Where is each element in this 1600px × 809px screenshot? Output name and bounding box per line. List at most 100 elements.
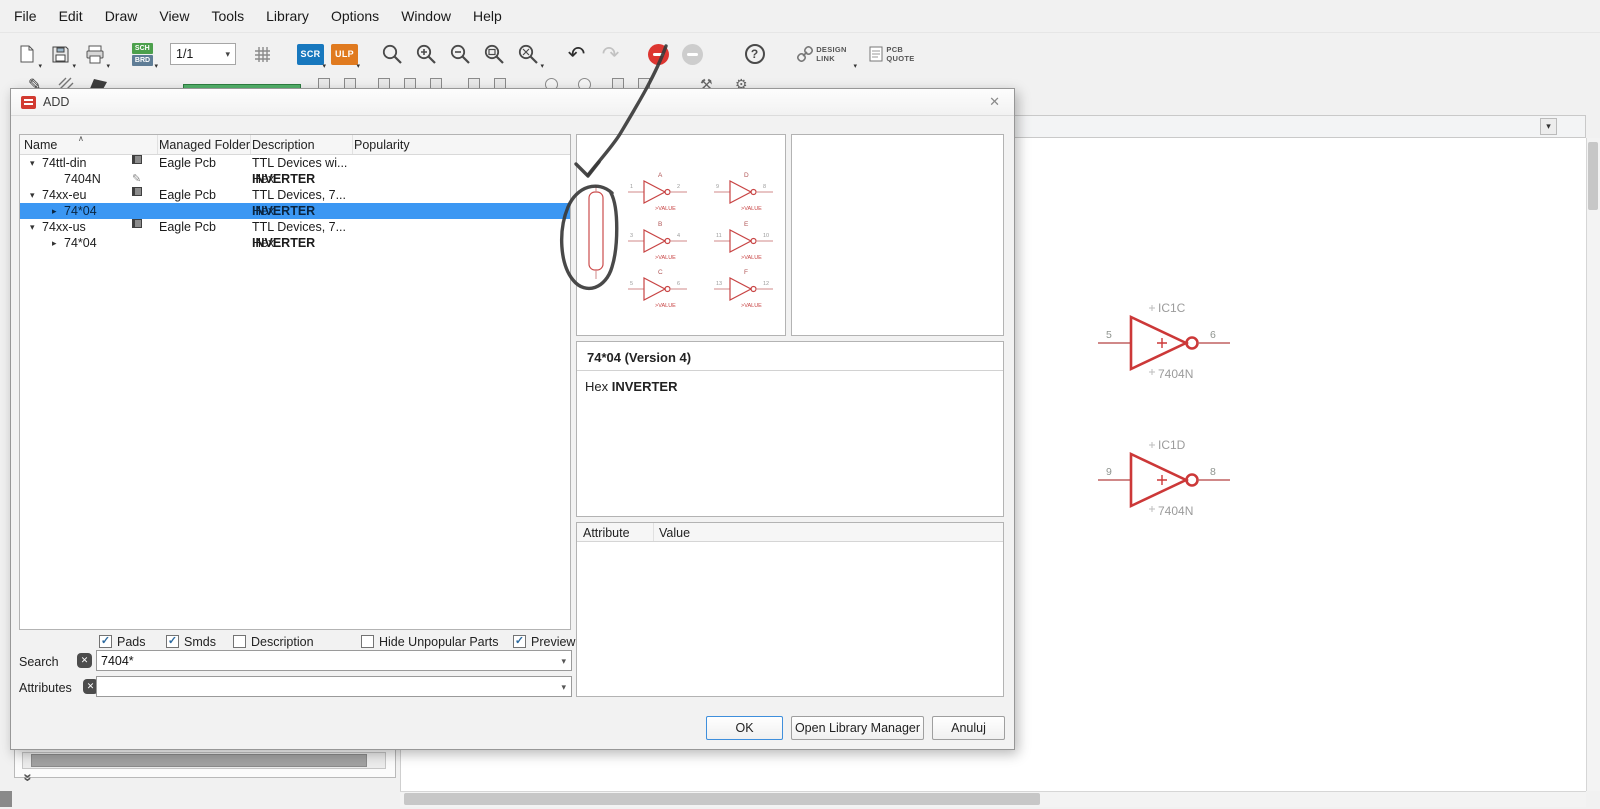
list-header: ∧ Name Managed Folder Description Popula… xyxy=(20,134,570,155)
help-button[interactable]: ? xyxy=(738,39,771,69)
table-row[interactable]: ▾ 74xx-us Eagle Pcb TTL Devices, 7... xyxy=(20,219,570,235)
attributes-input[interactable] xyxy=(101,678,553,695)
preview-gate-a: A 1 2 >VALUE xyxy=(628,172,687,212)
checkbox-label: Pads xyxy=(117,634,146,649)
zoom-select-button[interactable]: ▾ xyxy=(512,39,545,70)
column-header-popularity[interactable]: Popularity xyxy=(354,138,410,152)
sch-brd-switch-button[interactable]: SCH BRD ▾ xyxy=(126,39,159,70)
checkbox-description[interactable]: Description xyxy=(233,634,314,649)
clear-search-icon[interactable]: ✕ xyxy=(77,653,92,668)
chevron-down-icon: ▾ xyxy=(72,63,76,70)
add-dialog: ADD ✕ ∧ Name Managed Folder Description … xyxy=(10,88,1015,750)
left-panel-hscrollbar[interactable] xyxy=(22,752,386,769)
design-link-button[interactable]: DESIGN LINK ▾ xyxy=(786,39,858,70)
chevron-down-icon: ▾ xyxy=(38,63,42,70)
cancel-button[interactable]: Anuluj xyxy=(932,716,1005,740)
redo-icon: ↷ xyxy=(601,42,620,66)
table-row-selected[interactable]: ▸ 74*04 Hex INVERTER xyxy=(20,203,570,219)
menu-draw[interactable]: Draw xyxy=(94,0,149,32)
menu-library[interactable]: Library xyxy=(255,0,320,32)
expander-open-icon[interactable]: ▾ xyxy=(30,219,35,235)
svg-text:A: A xyxy=(658,172,663,179)
sch-brd-icon: SCH BRD xyxy=(131,42,154,66)
save-icon xyxy=(52,46,69,62)
search-input[interactable] xyxy=(101,652,553,669)
menu-tools[interactable]: Tools xyxy=(200,0,255,32)
search-combo[interactable]: ▾ xyxy=(96,650,572,671)
menu-help[interactable]: Help xyxy=(462,0,513,32)
schematic-gate-ic1d[interactable]: IC1D 9 8 7404N xyxy=(1098,437,1233,521)
checkbox-box[interactable]: ✓ xyxy=(99,635,112,648)
zoom-fit-button[interactable] xyxy=(376,39,409,69)
checkbox-label: Smds xyxy=(184,634,216,649)
checkbox-smds[interactable]: ✓ Smds xyxy=(166,634,216,649)
checkbox-box[interactable]: ✓ xyxy=(166,635,179,648)
grid-button[interactable] xyxy=(246,39,279,69)
column-header-name[interactable]: Name xyxy=(24,138,57,152)
chevron-down-icon[interactable]: ▾ xyxy=(561,656,566,667)
menu-window[interactable]: Window xyxy=(390,0,462,32)
run-script-button[interactable]: SCR ▾ xyxy=(294,39,327,70)
search-label: Search xyxy=(19,655,59,669)
chevron-down-icon[interactable]: ▾ xyxy=(561,682,566,693)
divider xyxy=(577,370,1003,371)
canvas-top-bar-dropdown[interactable]: ▾ xyxy=(1540,118,1557,135)
save-button[interactable]: ▾ xyxy=(44,39,77,70)
table-row[interactable]: ▾ 74xx-eu Eagle Pcb TTL Devices, 7... xyxy=(20,187,570,203)
canvas-vscrollbar[interactable] xyxy=(1586,138,1600,791)
svg-text:7404N: 7404N xyxy=(1158,367,1193,381)
zoom-fit-icon xyxy=(382,44,402,64)
table-row[interactable]: ▸ 74*04 Hex INVERTER xyxy=(20,235,570,251)
table-row[interactable]: 7404N ✎ Hex INVERTER xyxy=(20,171,570,187)
column-header-description[interactable]: Description xyxy=(252,138,315,152)
attributes-combo[interactable]: ▾ xyxy=(96,676,572,697)
attributes-label: Attributes xyxy=(19,681,72,695)
menu-file[interactable]: File xyxy=(3,0,48,32)
checkbox-box[interactable]: ✓ xyxy=(513,635,526,648)
menu-view[interactable]: View xyxy=(148,0,200,32)
device-pen-icon: ✎ xyxy=(132,173,142,185)
zoom-out-button[interactable] xyxy=(444,39,477,69)
print-button[interactable]: ▾ xyxy=(78,39,111,70)
checkbox-box[interactable] xyxy=(233,635,246,648)
part-info-panel: 74*04 (Version 4) Hex INVERTER xyxy=(576,341,1004,517)
part-title: 74*04 (Version 4) xyxy=(587,350,692,365)
collapse-chevron-icon[interactable]: » xyxy=(20,773,37,781)
new-document-button[interactable]: ▾ xyxy=(10,39,43,70)
expander-closed-icon[interactable]: ▸ xyxy=(52,203,57,219)
expander-open-icon[interactable]: ▾ xyxy=(30,187,35,203)
add-dialog-titlebar[interactable]: ADD ✕ xyxy=(11,89,1014,116)
run-ulp-button[interactable]: ULP ▾ xyxy=(328,39,361,70)
go-button-disabled xyxy=(676,39,709,69)
canvas-hscrollbar-thumb[interactable] xyxy=(404,793,1040,805)
expander-open-icon[interactable]: ▾ xyxy=(30,155,35,171)
pcb-quote-button[interactable]: PCB QUOTE xyxy=(859,39,925,69)
svg-text:>VALUE: >VALUE xyxy=(741,206,762,212)
sheet-selector[interactable]: 1/1 ▾ xyxy=(170,43,236,65)
zoom-in-button[interactable] xyxy=(410,39,443,69)
checkbox-preview[interactable]: ✓ Preview xyxy=(513,634,575,649)
checkbox-box[interactable] xyxy=(361,635,374,648)
canvas-vscrollbar-thumb[interactable] xyxy=(1588,142,1598,210)
ok-button[interactable]: OK xyxy=(706,716,783,740)
zoom-redraw-button[interactable] xyxy=(478,39,511,69)
svg-text:12: 12 xyxy=(763,281,769,287)
chevron-down-icon: ▾ xyxy=(356,63,360,70)
menu-edit[interactable]: Edit xyxy=(48,0,94,32)
column-header-attribute[interactable]: Attribute xyxy=(583,526,630,540)
redo-button[interactable]: ↷ xyxy=(594,39,627,69)
menu-options[interactable]: Options xyxy=(320,0,390,32)
checkbox-hide-unpopular-parts[interactable]: Hide Unpopular Parts xyxy=(361,634,499,649)
undo-button[interactable]: ↶ xyxy=(560,39,593,69)
checkbox-label: Preview xyxy=(531,634,576,649)
checkbox-pads[interactable]: ✓ Pads xyxy=(99,634,146,649)
expander-closed-icon[interactable]: ▸ xyxy=(52,235,57,251)
column-header-managed-folder[interactable]: Managed Folder xyxy=(159,138,250,152)
column-header-value[interactable]: Value xyxy=(659,526,690,540)
open-library-manager-button[interactable]: Open Library Manager xyxy=(791,716,924,740)
stop-button[interactable] xyxy=(642,39,675,69)
close-icon[interactable]: ✕ xyxy=(985,92,1004,112)
table-row[interactable]: ▾ 74ttl-din Eagle Pcb TTL Devices wi... xyxy=(20,155,570,171)
schematic-gate-ic1c[interactable]: IC1C 5 6 7404N xyxy=(1098,300,1233,384)
left-panel-hscrollbar-thumb[interactable] xyxy=(31,754,367,767)
